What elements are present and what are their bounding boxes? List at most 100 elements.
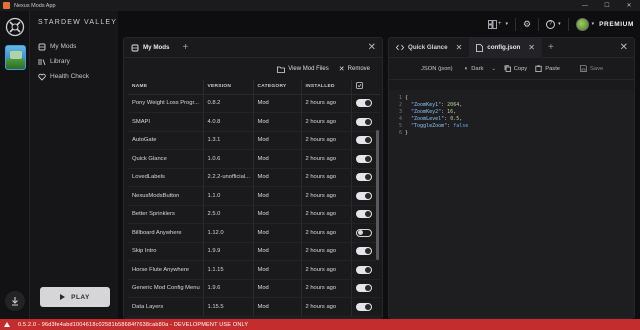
table-row[interactable]: Horse Flute Anywhere 1.1.15 Mod 2 hours ago xyxy=(128,260,380,280)
code-token: , xyxy=(459,101,463,108)
nav-item-my-mods[interactable]: My Mods xyxy=(38,39,89,54)
mod-version-cell: 1.9.6 xyxy=(202,279,253,298)
nav-item-label: Health Check xyxy=(50,73,90,80)
download-icon[interactable] xyxy=(5,291,25,311)
enable-mod-toggle[interactable] xyxy=(355,210,372,219)
play-label: PLAY xyxy=(71,293,90,301)
table-row[interactable]: LovedLabels 2.2.2-unofficial... Mod 2 hours… xyxy=(128,168,380,187)
minimize-button[interactable]: — xyxy=(574,0,596,11)
line-number: 5 xyxy=(398,122,402,129)
code-token: "ToggleZoom" xyxy=(411,122,448,129)
enable-mod-toggle[interactable] xyxy=(355,284,372,293)
mod-version-cell: 1.1.15 xyxy=(202,260,253,280)
tab-config-json[interactable]: config.json ✕ xyxy=(469,38,542,58)
line-number: 3 xyxy=(398,108,402,115)
table-row[interactable]: SMAPI 4.0.8 Mod 2 hours ago xyxy=(128,112,380,132)
table-row[interactable]: Pony Weight Loss Progr... 0.8.2 Mod 2 hours… xyxy=(128,94,380,113)
remove-button[interactable]: ✕ Remove xyxy=(339,65,370,73)
column-version[interactable]: VERSION xyxy=(202,80,253,95)
code-line: 4 "ZoomLevel": 0.5, xyxy=(389,115,634,122)
nav-item-health-check[interactable]: Health Check xyxy=(38,69,89,84)
add-tab-button[interactable]: + xyxy=(548,42,554,53)
code-token: { xyxy=(405,94,409,101)
copy-button[interactable]: Copy xyxy=(504,65,528,72)
column-name[interactable]: NAME xyxy=(128,80,203,95)
mods-tab-row: My Mods + ✕ xyxy=(124,38,382,58)
close-window-button[interactable]: ✕ xyxy=(618,0,640,11)
code-token: 2064 xyxy=(447,101,460,108)
nexus-logo-icon[interactable] xyxy=(5,17,25,37)
code-editor[interactable]: 1{2 "ZoomKey1": 2064, 3 "ZoomKey2": 16, 4 … xyxy=(389,90,634,318)
enable-mod-toggle[interactable] xyxy=(355,173,372,182)
code-line: 1{ xyxy=(389,94,634,101)
play-button[interactable]: PLAY xyxy=(40,287,110,307)
enable-mod-toggle[interactable] xyxy=(355,117,372,126)
code-token: "ZoomKey2" xyxy=(411,108,442,115)
format-selector[interactable]: JSON (json) xyxy=(421,66,453,72)
help-button[interactable]: ? ▾ xyxy=(546,17,561,31)
add-tab-button[interactable]: + xyxy=(182,42,188,53)
save-button[interactable]: Save xyxy=(580,65,603,72)
tab-label: My Mods xyxy=(143,44,170,51)
column-category[interactable]: CATEGORY xyxy=(252,80,301,95)
nav-item-library[interactable]: Library xyxy=(38,54,89,69)
mod-installed-cell: 2 hours ago xyxy=(300,186,351,206)
close-panel-icon[interactable]: ✕ xyxy=(620,42,628,53)
paste-button[interactable]: Paste xyxy=(535,65,560,72)
code-token: "ZoomKey1" xyxy=(411,101,442,108)
column-toggle[interactable] xyxy=(350,80,380,95)
mods-scrollbar[interactable] xyxy=(376,130,379,260)
copy-label: Copy xyxy=(513,65,528,72)
tab-label: config.json xyxy=(487,44,521,51)
table-row[interactable]: NexusModsButton 1.1.0 Mod 2 hours ago xyxy=(128,186,380,206)
account-button[interactable]: ▾ PREMIUM xyxy=(575,17,634,31)
mod-category-cell: Mod xyxy=(252,112,301,132)
table-row[interactable]: AutoGate 1.3.1 Mod 2 hours ago xyxy=(128,131,380,150)
table-row[interactable]: Quick Glance 1.0.6 Mod 2 hours ago xyxy=(128,149,380,169)
game-title: STARDEW VALLEY xyxy=(38,19,118,26)
mod-toggle-cell xyxy=(350,297,380,317)
help-icon: ? xyxy=(546,19,556,29)
theme-selector[interactable]: ◐ Dark ⌄ xyxy=(465,66,496,72)
enable-mod-toggle[interactable] xyxy=(355,302,372,311)
mod-category-cell: Mod xyxy=(252,242,301,261)
tab-my-mods[interactable]: My Mods xyxy=(124,38,176,58)
enable-mod-toggle[interactable] xyxy=(355,228,372,237)
enable-mod-toggle[interactable] xyxy=(355,247,372,256)
paste-icon xyxy=(535,65,542,72)
table-row[interactable]: Data Layers 1.15.5 Mod 2 hours ago xyxy=(128,297,380,317)
mod-version-cell: 1.12.0 xyxy=(202,223,253,243)
settings-button[interactable]: ⚙ xyxy=(523,17,531,31)
enable-mod-toggle[interactable] xyxy=(355,265,372,274)
table-row[interactable]: Generic Mod Config Menu 1.9.6 Mod 2 hours a… xyxy=(128,279,380,298)
column-installed[interactable]: INSTALLED xyxy=(300,80,351,95)
table-row[interactable]: Better Sprinklers 2.5.0 Mod 2 hours ago xyxy=(128,205,380,224)
mod-version-cell: 1.15.5 xyxy=(202,297,253,317)
enable-mod-toggle[interactable] xyxy=(355,136,372,145)
tab-quick-glance[interactable]: Quick Glance ✕ xyxy=(389,38,469,58)
left-rail xyxy=(0,11,30,319)
theme-label: Dark xyxy=(471,65,484,72)
line-number: 1 xyxy=(398,94,402,101)
stardew-valley-game-icon[interactable] xyxy=(5,45,26,70)
view-mod-files-button[interactable]: View Mod Files xyxy=(277,66,329,73)
mod-installed-cell: 2 hours ago xyxy=(300,149,351,169)
enable-mod-toggle[interactable] xyxy=(355,191,372,200)
code-line: 6} xyxy=(389,129,634,136)
close-tab-icon[interactable]: ✕ xyxy=(528,43,535,52)
code-line: 3 "ZoomKey2": 16, xyxy=(389,108,634,115)
table-row[interactable]: Billboard Anywhere 1.12.0 Mod 2 hours ago xyxy=(128,223,380,243)
add-panel-button[interactable]: + ▾ xyxy=(488,17,508,31)
app-icon xyxy=(3,2,10,9)
window-title: Nexus Mods App xyxy=(14,2,56,9)
maximize-button[interactable]: ☐ xyxy=(596,0,618,11)
enable-mod-toggle[interactable] xyxy=(355,99,372,108)
close-panel-icon[interactable]: ✕ xyxy=(368,42,376,53)
mod-installed-cell: 2 hours ago xyxy=(300,297,351,317)
enable-mod-toggle[interactable] xyxy=(355,154,372,163)
mod-name-cell: NexusModsButton xyxy=(128,186,203,206)
table-row[interactable]: Skip Intro 1.9.9 Mod 2 hours ago xyxy=(128,242,380,261)
divider xyxy=(567,17,569,31)
close-tab-icon[interactable]: ✕ xyxy=(456,43,463,52)
chevron-down-icon: ⌄ xyxy=(491,65,496,72)
